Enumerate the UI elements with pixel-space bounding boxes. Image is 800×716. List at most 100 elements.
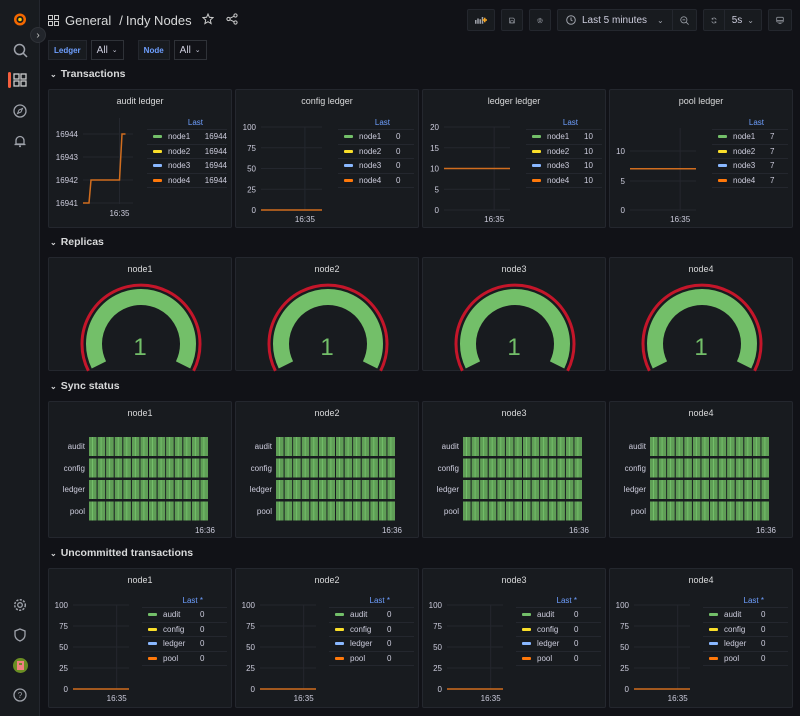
legend-item[interactable]: node2 0 bbox=[338, 145, 414, 159]
legend-item[interactable]: node3 16944 bbox=[147, 159, 227, 174]
legend-item[interactable]: audit 0 bbox=[329, 608, 414, 623]
legend-item[interactable]: node2 10 bbox=[526, 145, 602, 159]
sync-status-panel[interactable]: node2 16:36 audit config ledger pool bbox=[235, 401, 419, 538]
transactions-panel[interactable]: config ledger 100 75 50 25 0 16:35 Last node1 0 no… bbox=[235, 89, 419, 228]
tv-mode-button[interactable] bbox=[768, 9, 792, 31]
legend-item[interactable]: audit 0 bbox=[516, 608, 601, 623]
y-tick-label: 0 bbox=[435, 206, 440, 215]
state-segment-divider bbox=[381, 480, 383, 499]
legend-item[interactable]: config 0 bbox=[516, 623, 601, 637]
replicas-gauge-panel[interactable]: node1 1 bbox=[48, 257, 232, 372]
legend-item[interactable]: node3 10 bbox=[526, 159, 602, 174]
sync-status-panel[interactable]: node3 16:36 audit config ledger pool bbox=[422, 401, 606, 538]
legend-last-value: 16944 bbox=[204, 161, 227, 171]
state-segment-divider bbox=[500, 437, 502, 456]
legend-header-last[interactable]: Last bbox=[712, 118, 788, 130]
legend-item[interactable]: node2 7 bbox=[712, 145, 788, 159]
legend-item[interactable]: pool 0 bbox=[142, 652, 227, 666]
legend-item[interactable]: node4 0 bbox=[338, 174, 414, 188]
legend-header-last[interactable]: Last bbox=[147, 118, 227, 130]
expand-sidebar-button[interactable]: › bbox=[30, 27, 46, 43]
server-admin-shield-icon[interactable] bbox=[12, 627, 28, 643]
dashboards-icon[interactable] bbox=[12, 72, 28, 88]
row-uncommitted[interactable]: ⌄ Uncommitted transactions bbox=[50, 547, 193, 559]
y-tick-label: 25 bbox=[433, 664, 442, 673]
breadcrumb-folder[interactable]: General bbox=[65, 13, 111, 28]
legend-item[interactable]: node4 7 bbox=[712, 174, 788, 188]
add-panel-button[interactable] bbox=[466, 9, 495, 31]
uncommitted-panel[interactable]: node1 100 75 50 25 0 16:35 Last * audit 0 config 0 l… bbox=[48, 568, 232, 708]
legend-header-last[interactable]: Last * bbox=[703, 596, 788, 608]
state-segment-divider bbox=[356, 501, 358, 521]
legend-item[interactable]: node4 16944 bbox=[147, 174, 227, 188]
legend-last-value: 0 bbox=[761, 610, 766, 620]
legend-item[interactable]: node1 10 bbox=[526, 130, 602, 145]
dashboard-settings-button[interactable] bbox=[528, 9, 551, 31]
legend-item[interactable]: ledger 0 bbox=[329, 637, 414, 652]
alerting-bell-icon[interactable] bbox=[12, 133, 28, 149]
legend-header-last[interactable]: Last * bbox=[516, 596, 601, 608]
legend-header-last[interactable]: Last bbox=[526, 118, 602, 130]
row-sync-status[interactable]: ⌄ Sync status bbox=[50, 380, 120, 392]
grafana-logo-icon[interactable] bbox=[12, 11, 28, 27]
zoom-out-time-button[interactable] bbox=[672, 9, 697, 31]
row-transactions[interactable]: ⌄ Transactions bbox=[50, 68, 125, 80]
legend-item[interactable]: node2 16944 bbox=[147, 145, 227, 159]
transactions-panel[interactable]: pool ledger 10 5 0 16:35 Last node1 7 node2 7 node… bbox=[609, 89, 793, 228]
legend-item[interactable]: pool 0 bbox=[703, 652, 788, 666]
sync-status-panel[interactable]: node4 16:36 audit config ledger pool bbox=[609, 401, 793, 538]
uncommitted-panel[interactable]: node2 100 75 50 25 0 16:35 Last * audit 0 config 0 l… bbox=[235, 568, 419, 708]
legend-item[interactable]: audit 0 bbox=[142, 608, 227, 623]
state-segment-divider bbox=[279, 480, 280, 499]
x-tick-label: 16:35 bbox=[109, 209, 130, 218]
legend-item[interactable]: pool 0 bbox=[516, 652, 601, 666]
replicas-gauge-panel[interactable]: node4 1 bbox=[609, 257, 793, 372]
legend-item[interactable]: node1 7 bbox=[712, 130, 788, 145]
star-icon[interactable] bbox=[201, 12, 214, 28]
dashboard-title[interactable]: Indy Nodes bbox=[126, 13, 192, 28]
share-icon[interactable] bbox=[226, 12, 238, 28]
legend-item[interactable]: audit 0 bbox=[703, 608, 788, 623]
variable-select-node[interactable]: All ⌄ bbox=[173, 40, 207, 60]
legend-header-last[interactable]: Last * bbox=[329, 596, 414, 608]
replicas-gauge-panel[interactable]: node2 1 bbox=[235, 257, 419, 372]
transactions-panel[interactable]: ledger ledger 20 15 10 5 0 16:35 Last node1 10 nod… bbox=[422, 89, 606, 228]
save-dashboard-button[interactable] bbox=[500, 9, 523, 31]
sync-status-panel[interactable]: node1 16:36 audit config ledger pool bbox=[48, 401, 232, 538]
state-segment-divider bbox=[474, 501, 476, 521]
legend-item[interactable]: node1 16944 bbox=[147, 130, 227, 145]
configuration-gear-icon[interactable] bbox=[12, 597, 28, 613]
legend-series-name: audit bbox=[163, 610, 181, 620]
legend-item[interactable]: ledger 0 bbox=[516, 637, 601, 652]
row-replicas[interactable]: ⌄ Replicas bbox=[50, 236, 104, 248]
variable-select-ledger[interactable]: All ⌄ bbox=[90, 40, 124, 60]
row-title-text: Transactions bbox=[60, 68, 126, 80]
legend-item[interactable]: ledger 0 bbox=[703, 637, 788, 652]
search-icon[interactable] bbox=[12, 42, 28, 58]
user-avatar-icon[interactable] bbox=[12, 657, 28, 673]
legend-item[interactable]: ledger 0 bbox=[142, 637, 227, 652]
transactions-panel[interactable]: audit ledger 16944 16943 16942 16941 16:35 Las… bbox=[48, 89, 232, 228]
state-segment-divider bbox=[364, 437, 366, 456]
refresh-button[interactable] bbox=[702, 9, 725, 31]
state-segment-divider bbox=[568, 437, 570, 456]
legend-color-swatch bbox=[709, 642, 718, 646]
legend-item[interactable]: config 0 bbox=[703, 623, 788, 637]
replicas-gauge-panel[interactable]: node3 1 bbox=[422, 257, 606, 372]
time-range-picker[interactable]: Last 5 minutes ⌄ bbox=[556, 9, 673, 31]
legend-item[interactable]: node1 0 bbox=[338, 130, 414, 145]
refresh-interval-picker[interactable]: 5s ⌄ bbox=[724, 9, 762, 31]
uncommitted-panel[interactable]: node4 100 75 50 25 0 16:35 Last * audit 0 config 0 l… bbox=[609, 568, 793, 708]
help-icon[interactable]: ? bbox=[12, 687, 28, 703]
legend-item[interactable]: node4 10 bbox=[526, 174, 602, 188]
explore-compass-icon[interactable] bbox=[12, 103, 28, 119]
state-segment-divider bbox=[117, 501, 119, 521]
legend-item[interactable]: node3 0 bbox=[338, 159, 414, 174]
legend-header-last[interactable]: Last * bbox=[142, 596, 227, 608]
legend-item[interactable]: node3 7 bbox=[712, 159, 788, 174]
uncommitted-panel[interactable]: node3 100 75 50 25 0 16:35 Last * audit 0 config 0 l… bbox=[422, 568, 606, 708]
legend-header-last[interactable]: Last bbox=[338, 118, 414, 130]
legend-item[interactable]: config 0 bbox=[142, 623, 227, 637]
legend-item[interactable]: config 0 bbox=[329, 623, 414, 637]
legend-item[interactable]: pool 0 bbox=[329, 652, 414, 666]
